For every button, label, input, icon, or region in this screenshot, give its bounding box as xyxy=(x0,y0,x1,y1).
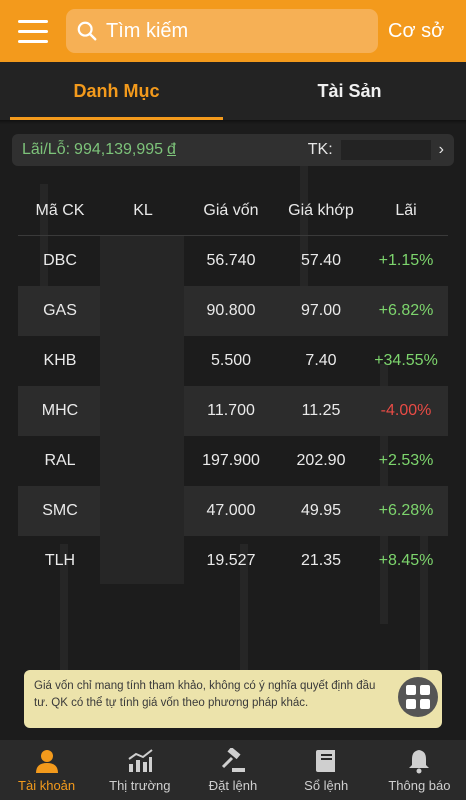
row-cost: 56.740 xyxy=(206,252,256,269)
col-match-header: Giá khớp xyxy=(288,201,354,219)
nav-label: Sổ lệnh xyxy=(304,777,349,793)
search-input[interactable] xyxy=(106,19,366,43)
row-symbol: SMC xyxy=(42,502,78,519)
row-profit: -4.00% xyxy=(380,402,432,419)
table-header: Mã CK KL Giá vốn Giá khớp Lãi xyxy=(18,186,448,236)
row-symbol: TLH xyxy=(44,552,76,569)
row-profit: +34.55% xyxy=(374,352,438,369)
row-symbol: MHC xyxy=(41,402,79,419)
row-cost: 197.900 xyxy=(202,452,260,469)
profit-loss-value: 994,139,995 xyxy=(74,141,164,158)
row-cost: 19.527 xyxy=(206,552,256,569)
row-cost: 47.000 xyxy=(206,502,256,519)
account-number-masked xyxy=(340,140,431,160)
tab-danh-muc[interactable]: Danh Mục xyxy=(0,62,233,120)
grid-menu-icon[interactable] xyxy=(398,677,438,717)
volume-column-masked xyxy=(100,236,184,584)
col-cost-header: Giá vốn xyxy=(203,201,259,219)
table-row[interactable]: RAL 197.900 202.90 +2.53% xyxy=(18,436,448,486)
col-symbol-header: Mã CK xyxy=(35,201,85,219)
table-row[interactable]: TLH 19.527 21.35 +8.45% xyxy=(18,536,448,586)
row-profit: +1.15% xyxy=(378,252,434,269)
nav-thong-bao[interactable]: Thông báo xyxy=(373,740,466,800)
row-cost: 11.700 xyxy=(207,402,255,419)
row-match: 202.90 xyxy=(296,452,346,469)
col-volume-header: KL xyxy=(133,201,153,219)
row-match: 57.40 xyxy=(300,252,342,269)
table-row[interactable]: KHB 5.500 7.40 +34.55% xyxy=(18,336,448,386)
row-profit: +6.82% xyxy=(378,302,434,319)
row-cost: 90.800 xyxy=(206,302,256,319)
portfolio-table: Mã CK KL Giá vốn Giá khớp Lãi DBC 56.740… xyxy=(18,186,448,586)
profit-loss-bar: Lãi/Lỗ: 994,139,995 đ TK: › xyxy=(12,134,454,166)
tab-tai-san[interactable]: Tài Sản xyxy=(233,62,466,120)
nav-label: Thông báo xyxy=(388,777,451,793)
nav-label: Đặt lệnh xyxy=(208,777,258,793)
row-match: 7.40 xyxy=(305,352,337,369)
profit-loss-label: Lãi/Lỗ: xyxy=(22,141,71,158)
market-type-button[interactable]: Cơ sở xyxy=(388,20,444,43)
nav-label: Tài khoản xyxy=(18,777,76,793)
table-row[interactable]: MHC 11.700 11.25 -4.00% xyxy=(18,386,448,436)
table-row[interactable]: GAS 90.800 97.00 +6.82% xyxy=(18,286,448,336)
chart-icon xyxy=(128,748,153,772)
table-row[interactable]: SMC 47.000 49.95 +6.28% xyxy=(18,486,448,536)
row-match: 11.25 xyxy=(301,402,341,419)
row-match: 97.00 xyxy=(300,302,342,319)
nav-label: Thị trường xyxy=(109,777,171,793)
row-match: 21.35 xyxy=(300,552,342,569)
account-chevron-icon[interactable]: › xyxy=(439,141,444,159)
person-icon xyxy=(35,749,58,773)
search-icon xyxy=(77,21,97,41)
row-cost: 5.500 xyxy=(210,352,252,369)
disclaimer-text: Giá vốn chỉ mang tính tham khảo, không c… xyxy=(34,680,376,709)
tab-bar: Danh Mục Tài Sản xyxy=(0,62,466,120)
row-profit: +8.45% xyxy=(378,552,434,569)
book-icon xyxy=(316,749,336,772)
header-bar: Cơ sở xyxy=(0,0,466,62)
cost-price-disclaimer: Giá vốn chỉ mang tính tham khảo, không c… xyxy=(24,670,442,728)
hamburger-menu-icon[interactable] xyxy=(0,0,66,62)
row-symbol: DBC xyxy=(43,252,77,269)
bottom-navigation: Tài khoản Thị trường Đặt lệnh Sổ lệnh Th… xyxy=(0,740,466,800)
row-symbol: KHB xyxy=(43,352,77,369)
row-profit: +2.53% xyxy=(378,452,434,469)
row-symbol: GAS xyxy=(43,302,77,319)
nav-thi-truong[interactable]: Thị trường xyxy=(93,740,186,800)
table-row[interactable]: DBC 56.740 57.40 +1.15% xyxy=(18,236,448,286)
bell-icon xyxy=(409,749,430,773)
row-profit: +6.28% xyxy=(378,502,434,519)
col-profit-header: Lãi xyxy=(395,201,417,219)
row-match: 49.95 xyxy=(300,502,342,519)
account-label: TK: xyxy=(307,141,333,158)
gavel-icon xyxy=(221,747,245,772)
nav-dat-lenh[interactable]: Đặt lệnh xyxy=(186,740,279,800)
currency-symbol: đ xyxy=(167,141,176,158)
nav-tai-khoan[interactable]: Tài khoản xyxy=(0,740,93,800)
nav-so-lenh[interactable]: Sổ lệnh xyxy=(280,740,373,800)
search-box[interactable] xyxy=(66,9,378,53)
row-symbol: RAL xyxy=(44,452,76,469)
